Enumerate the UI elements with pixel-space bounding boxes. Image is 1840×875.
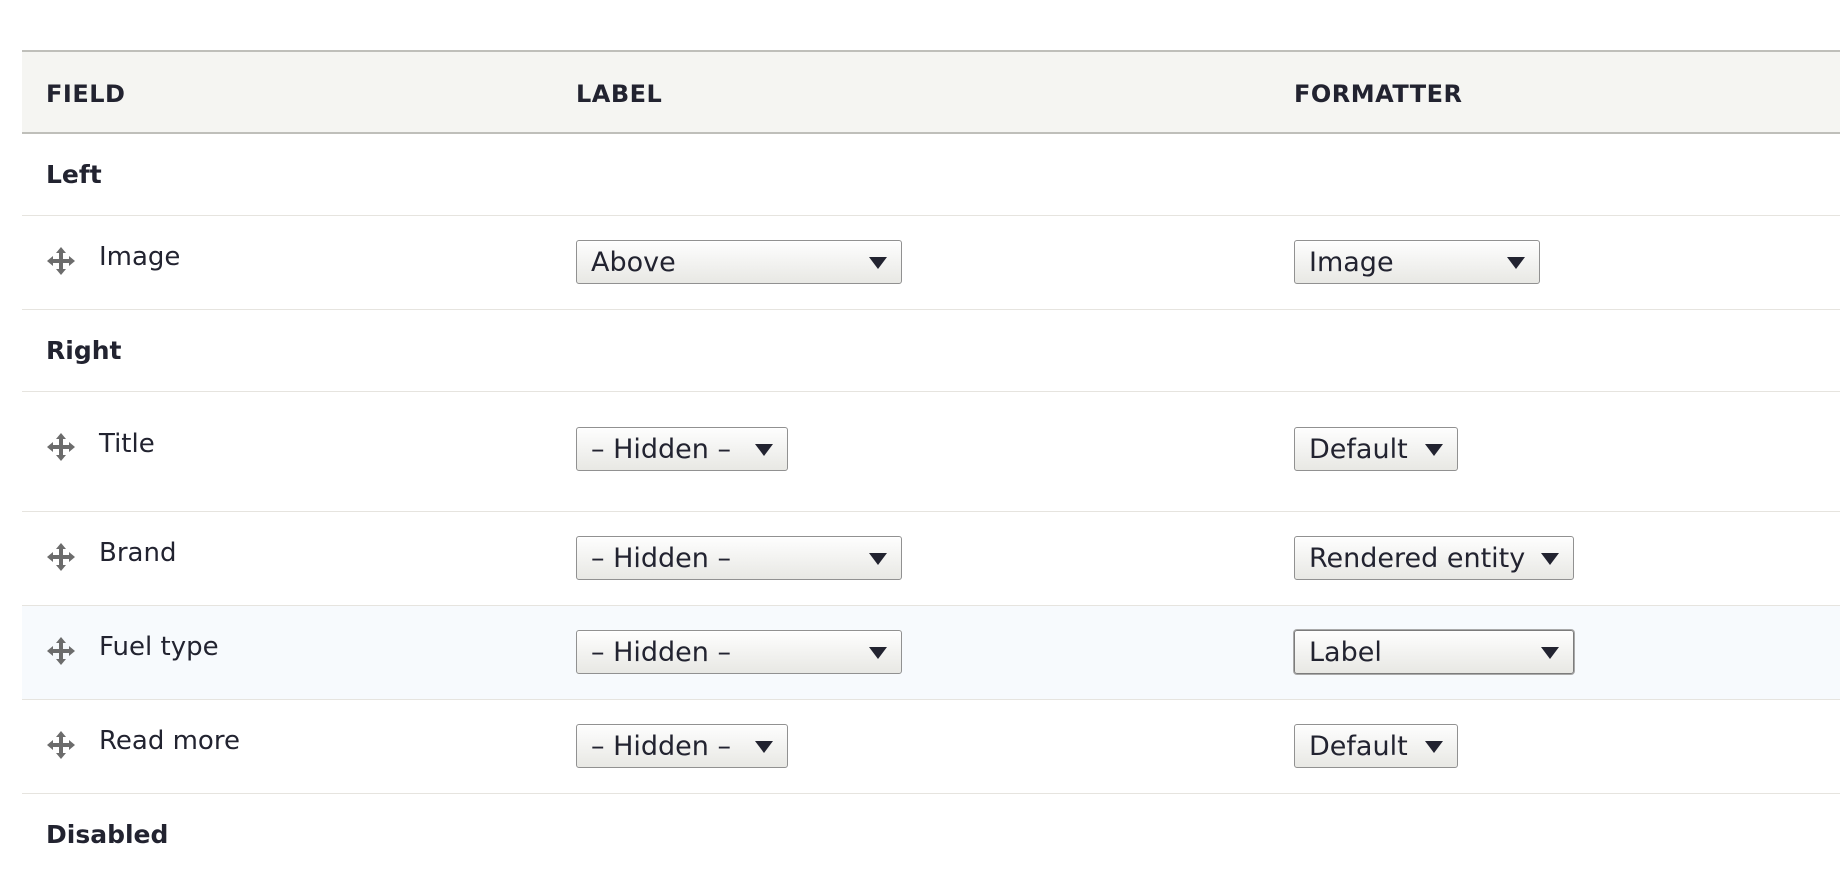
formatter-select[interactable]: Default	[1294, 427, 1458, 471]
field-name: Title	[99, 429, 155, 459]
region-row-left: Left	[22, 134, 1840, 216]
select-value: – Hidden –	[591, 543, 731, 574]
caret-down-icon	[1507, 257, 1525, 269]
label-display-select[interactable]: – Hidden –	[576, 630, 902, 674]
select-value: – Hidden –	[591, 434, 731, 465]
region-row-right: Right	[22, 310, 1840, 392]
formatter-select[interactable]: Rendered entity	[1294, 536, 1574, 580]
select-value: – Hidden –	[591, 637, 731, 668]
table-row-title: Title – Hidden – Default	[22, 392, 1840, 512]
caret-down-icon	[1425, 741, 1443, 753]
select-value: Label	[1309, 637, 1382, 668]
formatter-select[interactable]: Label	[1294, 630, 1574, 674]
field-name: Fuel type	[99, 632, 219, 662]
table-row-image: Image Above Image	[22, 216, 1840, 310]
field-name: Read more	[99, 726, 240, 756]
select-value: Default	[1309, 731, 1408, 762]
caret-down-icon	[1425, 444, 1443, 456]
column-header-field: FIELD	[46, 80, 126, 108]
region-title-disabled: Disabled	[46, 820, 169, 849]
select-value: – Hidden –	[591, 731, 731, 762]
move-arrows-icon[interactable]	[46, 730, 76, 760]
select-value: Rendered entity	[1309, 543, 1526, 574]
field-display-table: FIELD LABEL FORMATTER Left Image Above I…	[22, 50, 1840, 875]
caret-down-icon	[869, 257, 887, 269]
move-arrows-icon[interactable]	[46, 246, 76, 276]
field-name: Brand	[99, 538, 177, 568]
caret-down-icon	[1541, 647, 1559, 659]
move-arrows-icon[interactable]	[46, 432, 76, 462]
formatter-select[interactable]: Image	[1294, 240, 1540, 284]
select-value: Above	[591, 247, 676, 278]
move-arrows-icon[interactable]	[46, 636, 76, 666]
caret-down-icon	[755, 444, 773, 456]
select-value: Image	[1309, 247, 1394, 278]
table-row-read-more: Read more – Hidden – Default	[22, 700, 1840, 794]
formatter-select[interactable]: Default	[1294, 724, 1458, 768]
label-display-select[interactable]: Above	[576, 240, 902, 284]
region-title-right: Right	[46, 336, 122, 365]
table-header: FIELD LABEL FORMATTER	[22, 52, 1840, 134]
label-display-select[interactable]: – Hidden –	[576, 724, 788, 768]
column-header-formatter: FORMATTER	[1294, 80, 1463, 108]
caret-down-icon	[755, 741, 773, 753]
caret-down-icon	[869, 647, 887, 659]
label-display-select[interactable]: – Hidden –	[576, 427, 788, 471]
table-row-fuel-type: Fuel type – Hidden – Label	[22, 606, 1840, 700]
column-header-label: LABEL	[576, 80, 663, 108]
label-display-select[interactable]: – Hidden –	[576, 536, 902, 580]
caret-down-icon	[1541, 553, 1559, 565]
move-arrows-icon[interactable]	[46, 542, 76, 572]
region-title-left: Left	[46, 160, 102, 189]
region-row-disabled: Disabled	[22, 794, 1840, 875]
select-value: Default	[1309, 434, 1408, 465]
field-name: Image	[99, 242, 181, 272]
table-row-brand: Brand – Hidden – Rendered entity	[22, 512, 1840, 606]
caret-down-icon	[869, 553, 887, 565]
